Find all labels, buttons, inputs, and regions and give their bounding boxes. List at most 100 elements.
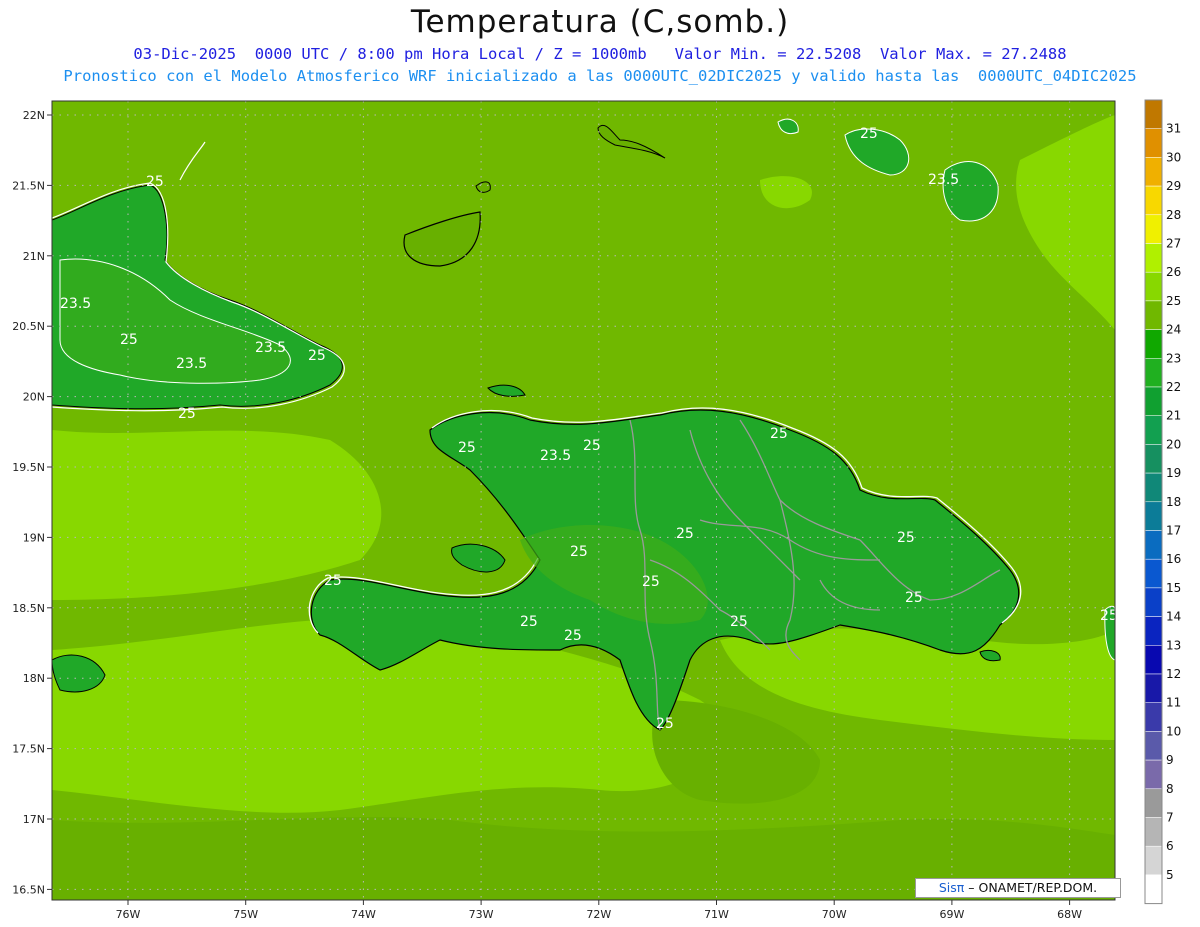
colorbar-label: 19 <box>1166 466 1181 480</box>
contour-value-label: 25 <box>308 348 326 364</box>
lon-tick-label: 68W <box>1057 908 1082 921</box>
colorbar-swatch <box>1144 99 1163 129</box>
contour-value-label: 25 <box>583 438 601 454</box>
colorbar-label: 13 <box>1166 638 1181 652</box>
lat-tick-label: 17.5N <box>12 743 45 756</box>
lon-tick-label: 69W <box>939 908 964 921</box>
colorbar-swatch <box>1144 386 1163 416</box>
map-plot-area: 25 23.5 25 25 23.5 25 23.5 23.5 25 25 25 25 23.5 25 25… <box>52 101 1115 900</box>
colorbar-label: 21 <box>1166 409 1181 423</box>
lat-tick-label: 20N <box>23 391 45 404</box>
lon-tick-label: 70W <box>822 908 847 921</box>
lat-tick-label: 18N <box>23 672 45 685</box>
lon-tick-label: 71W <box>704 908 729 921</box>
contour-value-label: 25 <box>324 573 342 589</box>
lon-tick-label: 73W <box>469 908 494 921</box>
contour-value-label: 25 <box>570 544 588 560</box>
colorbar-swatch <box>1144 157 1163 187</box>
contour-value-label: 25 <box>656 716 674 732</box>
colorbar-swatch <box>1144 845 1163 876</box>
colorbar-swatch <box>1144 358 1163 388</box>
colorbar-label: 5 <box>1166 868 1174 882</box>
colorbar-swatch <box>1144 874 1163 904</box>
colorbar-label: 24 <box>1166 323 1181 337</box>
colorbar-label: 9 <box>1166 753 1174 767</box>
colorbar-label: 17 <box>1166 524 1181 538</box>
colorbar-label: 15 <box>1166 581 1181 595</box>
turks-caicos-island <box>942 161 999 222</box>
contour-value-label: 25 <box>642 574 660 590</box>
colorbar-swatch <box>1144 616 1163 646</box>
colorbar-label: 29 <box>1166 179 1181 193</box>
contour-value-label: 23.5 <box>928 172 959 188</box>
contour-value-label: 25 <box>897 530 915 546</box>
lon-tick-label: 75W <box>233 908 258 921</box>
lat-tick-label: 21.5N <box>12 179 45 192</box>
lat-tick-label: 20.5N <box>12 320 45 333</box>
colorbar-swatch <box>1144 415 1163 445</box>
colorbar-label: 30 <box>1166 150 1181 164</box>
credit-text: – ONAMET/REP.DOM. <box>964 880 1098 895</box>
colorbar-label: 20 <box>1166 437 1181 451</box>
colorbar-label: 25 <box>1166 294 1181 308</box>
colorbar-label: 14 <box>1166 610 1181 624</box>
lat-tick-label: 22N <box>23 109 45 122</box>
colorbar-label: 16 <box>1166 552 1181 566</box>
contour-value-label: 25 <box>905 590 923 606</box>
colorbar-label: 23 <box>1166 351 1181 365</box>
contour-value-label: 25 <box>520 614 538 630</box>
sispi-brand: Sisπ <box>938 880 965 895</box>
lon-tick-label: 74W <box>351 908 376 921</box>
lat-tick-label: 21N <box>23 250 45 263</box>
colorbar-label: 28 <box>1166 208 1181 222</box>
colorbar-swatch <box>1144 243 1163 273</box>
colorbar-swatch <box>1144 759 1163 790</box>
colorbar-swatch <box>1144 472 1163 503</box>
colorbar-label: 8 <box>1166 782 1174 796</box>
latitude-axis: 22N 21.5N 21N 20.5N 20N 19.5N 19N 18.5N 18N 17.5N… <box>12 109 52 896</box>
colorbar-swatch <box>1144 271 1163 302</box>
contour-value-label: 25 <box>178 406 196 422</box>
colorbar-swatch <box>1144 185 1163 216</box>
colorbar-swatch <box>1144 731 1163 761</box>
lat-tick-label: 16.5N <box>12 883 45 896</box>
colorbar-swatch <box>1144 300 1163 330</box>
credit-box: Sisπ – ONAMET/REP.DOM. <box>915 878 1121 898</box>
colorbar-swatch <box>1144 702 1163 732</box>
temperature-map: 25 23.5 25 25 23.5 25 23.5 23.5 25 25 25 25 23.5 25 25… <box>12 99 1181 921</box>
colorbar-swatch <box>1144 444 1163 474</box>
contour-value-label: 25 <box>770 426 788 442</box>
colorbar-label: 6 <box>1166 839 1174 853</box>
colorbar-label: 31 <box>1166 122 1181 136</box>
contour-value-label: 25 <box>860 126 878 142</box>
colorbar-swatch <box>1144 788 1163 818</box>
lat-tick-label: 19N <box>23 531 45 544</box>
colorbar-swatch <box>1144 530 1163 560</box>
longitude-axis: 76W 75W 74W 73W 72W 71W 70W 69W 68W <box>116 900 1082 921</box>
contour-value-label: 25 <box>120 332 138 348</box>
colorbar-swatch <box>1144 501 1163 531</box>
colorbar-swatch <box>1144 214 1163 244</box>
lon-tick-label: 72W <box>586 908 611 921</box>
contour-value-label: 25 <box>458 440 476 456</box>
colorbar-swatch <box>1144 817 1163 847</box>
colorbar: 31 30 29 28 27 26 25 24 23 22 21 20 19 18 17 16 15 14 13 12… <box>1144 99 1181 905</box>
lon-tick-label: 76W <box>116 908 141 921</box>
colorbar-label: 10 <box>1166 724 1181 738</box>
lat-tick-label: 19.5N <box>12 461 45 474</box>
contour-value-label: 25 <box>146 174 164 190</box>
colorbar-label: 7 <box>1166 811 1174 825</box>
contour-value-label: 25 <box>564 628 582 644</box>
colorbar-swatch <box>1144 558 1163 589</box>
lat-tick-label: 17N <box>23 813 45 826</box>
colorbar-swatch <box>1144 673 1163 703</box>
lat-tick-label: 18.5N <box>12 602 45 615</box>
contour-value-label: 23.5 <box>176 356 207 372</box>
colorbar-swatch <box>1144 645 1163 675</box>
contour-value-label: 23.5 <box>255 340 286 356</box>
colorbar-label: 26 <box>1166 265 1181 279</box>
contour-value-label: 23.5 <box>60 296 91 312</box>
contour-value-label: 25 <box>730 614 748 630</box>
colorbar-swatch <box>1144 329 1163 359</box>
contour-value-label: 23.5 <box>540 448 571 464</box>
